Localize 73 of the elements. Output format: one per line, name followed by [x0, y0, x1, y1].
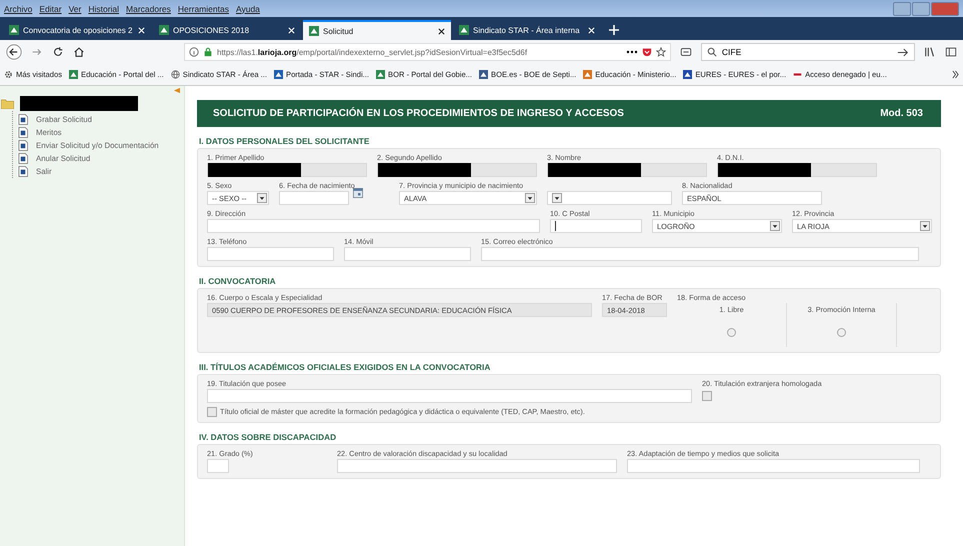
form-code: Mod. 503	[880, 108, 923, 119]
document-icon	[18, 114, 28, 125]
input-field[interactable]	[207, 219, 540, 233]
page-icon	[159, 25, 169, 35]
section-title: I. DATOS PERSONALES DEL SOLICITANTE	[199, 136, 370, 146]
checkbox[interactable]	[702, 391, 712, 401]
star-icon[interactable]	[656, 47, 666, 57]
lock-icon	[203, 47, 213, 57]
input-field[interactable]	[550, 219, 642, 233]
library-icon[interactable]	[924, 46, 936, 58]
document-icon	[18, 140, 28, 151]
input-field[interactable]	[377, 163, 537, 177]
page-icon	[69, 70, 78, 79]
go-arrow-icon[interactable]	[897, 48, 909, 56]
page-icon	[459, 25, 469, 35]
chevron-icon[interactable]	[952, 70, 959, 79]
gear-icon	[4, 70, 13, 79]
globe-icon	[170, 70, 180, 79]
search-field[interactable]: CIFE	[700, 43, 915, 61]
checkbox[interactable]	[207, 407, 217, 417]
sidebar-icon[interactable]	[945, 46, 957, 58]
close-icon[interactable]	[438, 28, 445, 34]
input-field[interactable]	[547, 163, 707, 177]
reload-icon[interactable]	[52, 46, 64, 58]
new-tab-icon[interactable]	[609, 25, 619, 35]
menu-item[interactable]: Archivo	[4, 4, 32, 14]
input-field[interactable]	[344, 247, 471, 261]
document-icon	[18, 153, 28, 164]
page-icon	[274, 70, 284, 79]
page-icon	[309, 26, 319, 36]
input-field[interactable]	[717, 163, 877, 177]
input-field[interactable]	[207, 247, 334, 261]
menu-item[interactable]: Ayuda	[236, 4, 260, 14]
section-title: III. TÍTULOS ACADÉMICOS OFICIALES EXIGIDOS EN LA CONVOCATORIA	[199, 362, 492, 372]
back-icon[interactable]	[6, 44, 22, 60]
menu-item[interactable]: Marcadores	[126, 4, 171, 14]
address-bar[interactable]: https://las1.larioja.org/emp/portal/indexexterno_servlet.jsp?idSesionVirtual=e3f5ec5d6f	[184, 43, 671, 61]
input-field[interactable]	[207, 389, 692, 403]
browser-tab[interactable]: Convocatoria de oposiciones 2	[3, 20, 151, 40]
input-field[interactable]	[207, 163, 367, 177]
input-field[interactable]	[207, 459, 229, 473]
menu-item[interactable]: Ver	[68, 4, 82, 14]
more-icon[interactable]	[626, 50, 638, 54]
page-icon	[479, 70, 488, 79]
menu-item[interactable]: Herramientas	[178, 4, 229, 14]
date-field[interactable]	[279, 191, 349, 205]
search-icon	[706, 47, 717, 57]
input-field[interactable]	[337, 459, 617, 473]
menu-item[interactable]: Historial	[88, 4, 120, 14]
reader-icon[interactable]	[680, 46, 692, 58]
browser-tab[interactable]: Solicitud	[303, 20, 451, 40]
info-icon[interactable]	[189, 47, 199, 57]
folder-icon	[1, 98, 14, 108]
section-title: IV. DATOS SOBRE DISCAPACIDAD	[199, 432, 338, 442]
page-icon	[376, 70, 386, 79]
forward-icon[interactable]	[31, 46, 43, 58]
home-icon[interactable]	[73, 46, 85, 58]
radio-button[interactable]	[837, 328, 846, 337]
calendar-icon[interactable]	[353, 188, 363, 198]
input-field[interactable]	[627, 459, 920, 473]
browser-tab[interactable]: Sindicato STAR - Área interna	[453, 20, 601, 40]
menu-item[interactable]: Editar	[39, 4, 62, 14]
section-title: II. CONVOCATORIA	[199, 276, 277, 286]
document-icon	[18, 127, 28, 138]
page-icon	[683, 70, 692, 79]
input-field[interactable]	[481, 247, 919, 261]
browser-tab[interactable]: OPOSICIONES 2018	[153, 20, 301, 40]
radio-button[interactable]	[727, 328, 736, 337]
document-icon	[18, 166, 28, 177]
page-icon	[9, 25, 19, 35]
form-title: SOLICITUD DE PARTICIPACIÓN EN LOS PROCEDIMIENTOS DE INGRESO Y ACCESOS	[213, 108, 624, 119]
page-icon	[583, 70, 592, 79]
pocket-icon[interactable]	[642, 47, 652, 57]
